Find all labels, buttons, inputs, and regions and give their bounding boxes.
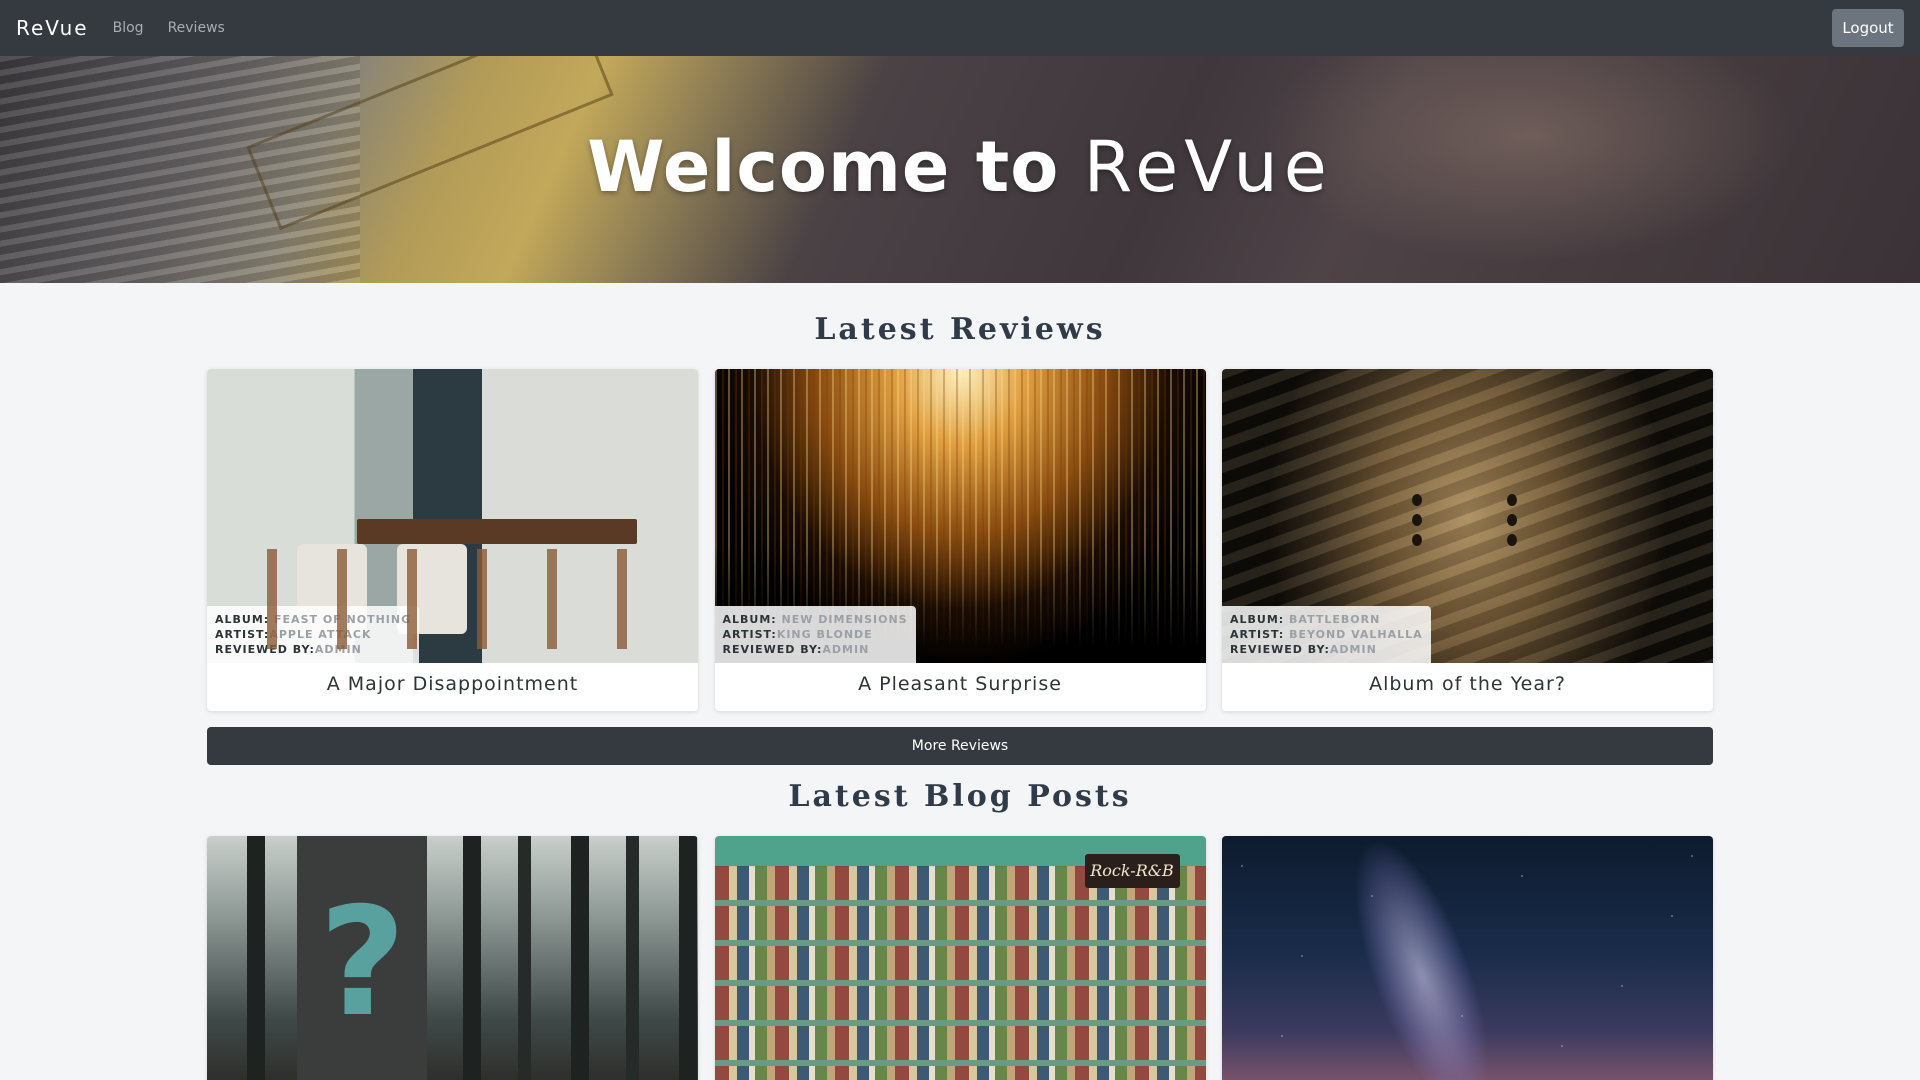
latest-blog-posts-heading: Latest Blog Posts (788, 779, 1132, 814)
album-label: ALBUM: (1230, 613, 1285, 626)
review-card[interactable]: ALBUM: FEAST OF NOTHING ARTIST:APPLE ATT… (207, 369, 698, 711)
blog-cards: ? Rock-R&B (207, 836, 1713, 1080)
chair-shape (297, 544, 367, 634)
review-meta: ALBUM: NEW DIMENSIONS ARTIST:KING BLONDE… (714, 606, 916, 663)
album-label: ALBUM: (722, 613, 777, 626)
latest-reviews-heading: Latest Reviews (814, 312, 1106, 347)
hero-title-brand: ReVue (1083, 126, 1333, 208)
nav-link-reviews[interactable]: Reviews (168, 20, 225, 36)
reviewer-value: ADMIN (1329, 643, 1377, 656)
review-meta: ALBUM: BATTLEBORN ARTIST: BEYOND VALHALL… (1222, 606, 1431, 663)
artist-value: APPLE ATTACK (269, 628, 372, 641)
blog-card[interactable]: Rock-R&B (714, 836, 1206, 1080)
hero-banner: Welcome to ReVue (0, 56, 1920, 283)
chair-shape (397, 544, 467, 634)
review-card[interactable]: ALBUM: BATTLEBORN ARTIST: BEYOND VALHALL… (1222, 369, 1713, 711)
rivet-shape (1507, 534, 1517, 546)
blog-image-milky-way (1222, 836, 1713, 1080)
reviewer-label: REVIEWED BY: (1230, 643, 1330, 656)
more-reviews-button[interactable]: More Reviews (207, 727, 1713, 765)
review-card-title[interactable]: A Major Disappointment (207, 663, 698, 711)
album-label: ALBUM: (215, 613, 270, 626)
review-cards: ALBUM: FEAST OF NOTHING ARTIST:APPLE ATT… (207, 369, 1713, 711)
rivet-shape (1412, 494, 1422, 506)
rivet-shape (1412, 514, 1422, 526)
brand-logo[interactable]: ReVue (16, 16, 89, 40)
logout-button[interactable]: Logout (1832, 9, 1904, 47)
blog-image-forest-question-mark: ? (207, 836, 698, 1080)
review-image-golden-chandelier: ALBUM: NEW DIMENSIONS ARTIST:KING BLONDE… (714, 369, 1206, 663)
blog-image-record-store: Rock-R&B (714, 836, 1206, 1080)
reviewer-value: ADMIN (314, 643, 362, 656)
rivet-shape (1507, 514, 1517, 526)
review-card[interactable]: ALBUM: NEW DIMENSIONS ARTIST:KING BLONDE… (714, 369, 1206, 711)
reviewer-label: REVIEWED BY: (215, 643, 315, 656)
album-value: BATTLEBORN (1289, 613, 1381, 626)
reviewer-value: ADMIN (822, 643, 870, 656)
rivet-shape (1507, 494, 1517, 506)
review-meta: ALBUM: FEAST OF NOTHING ARTIST:APPLE ATT… (207, 606, 420, 663)
artist-value: KING BLONDE (776, 628, 873, 641)
artist-value: BEYOND VALHALLA (1289, 628, 1423, 641)
nav-link-blog[interactable]: Blog (113, 20, 144, 36)
artist-label: ARTIST: (215, 628, 270, 641)
blog-card[interactable] (1222, 836, 1713, 1080)
question-mark-icon: ? (319, 876, 407, 1050)
artist-label: ARTIST: (1230, 628, 1285, 641)
hero-title-welcome: Welcome to (587, 126, 1060, 208)
review-card-title[interactable]: A Pleasant Surprise (715, 663, 1206, 711)
artist-label: ARTIST: (722, 628, 777, 641)
review-image-armor: ALBUM: BATTLEBORN ARTIST: BEYOND VALHALL… (1222, 369, 1713, 663)
hero-title: Welcome to ReVue (0, 126, 1920, 208)
review-card-title[interactable]: Album of the Year? (1222, 663, 1713, 711)
top-navbar: ReVue Blog Reviews Logout (0, 0, 1920, 56)
album-value: FEAST OF NOTHING (274, 613, 412, 626)
blog-card[interactable]: ? (207, 836, 698, 1080)
album-value: NEW DIMENSIONS (781, 613, 908, 626)
reviewer-label: REVIEWED BY: (722, 643, 823, 656)
review-image-dining-room: ALBUM: FEAST OF NOTHING ARTIST:APPLE ATT… (207, 369, 698, 663)
store-sign: Rock-R&B (1084, 854, 1180, 888)
rivet-shape (1412, 534, 1422, 546)
